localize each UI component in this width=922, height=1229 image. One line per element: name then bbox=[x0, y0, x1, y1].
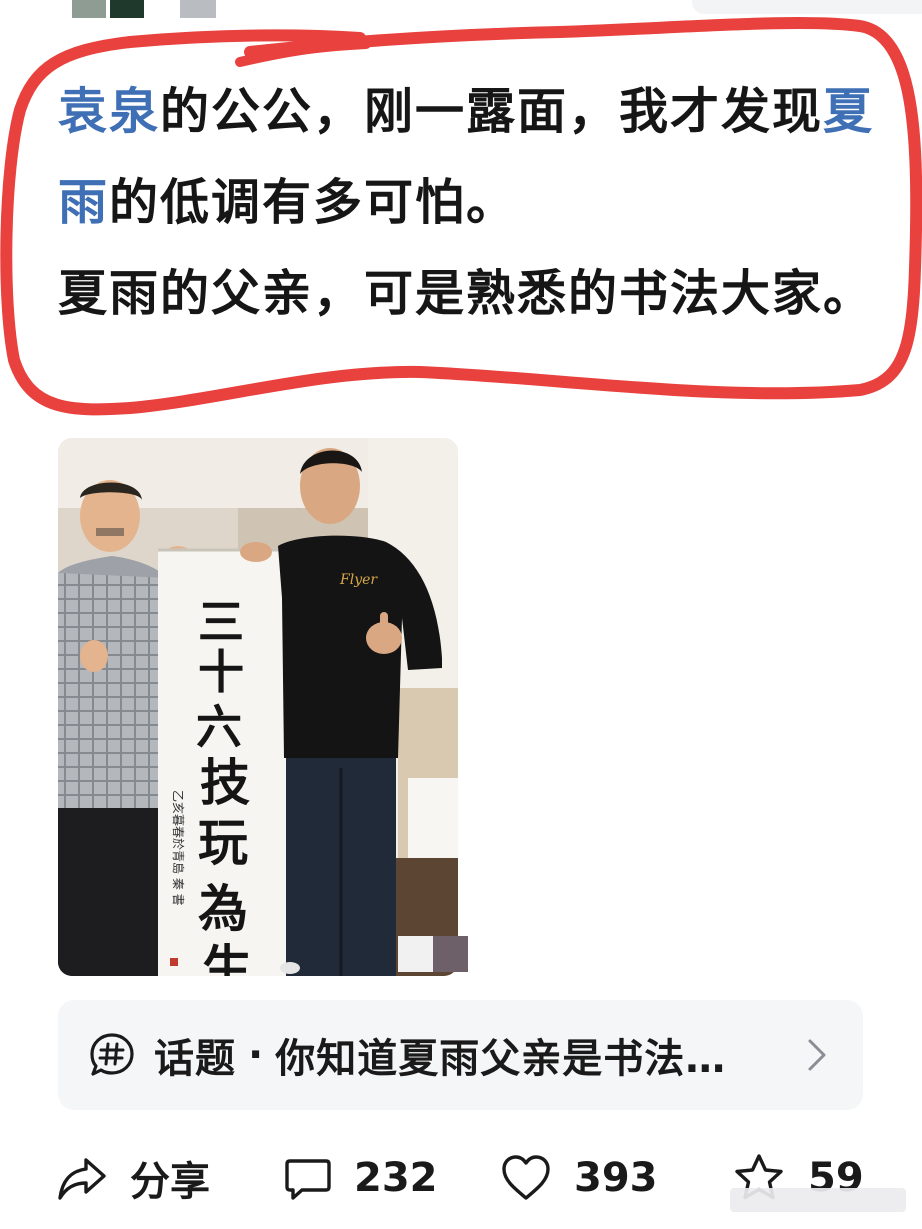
topic-card[interactable]: 话题 · 你知道夏雨父亲是书法家吗 bbox=[58, 1000, 863, 1110]
post-text-segment: 夏雨的父亲，可是熟悉的书法大家。 bbox=[58, 265, 875, 322]
top-image-strip bbox=[0, 0, 922, 20]
thumbnail-fragment bbox=[110, 0, 144, 18]
mention-link[interactable]: 袁泉 bbox=[58, 83, 160, 140]
comment-button[interactable]: 232 bbox=[282, 1148, 438, 1208]
post-text-segment: 的公公，刚一露面，我才发现 bbox=[160, 83, 824, 140]
topic-title: 你知道夏雨父亲是书法家吗 bbox=[275, 1036, 726, 1082]
share-icon bbox=[58, 1158, 106, 1200]
thumbnail-fragment bbox=[72, 0, 106, 18]
like-button[interactable]: 393 bbox=[500, 1148, 658, 1208]
comment-icon bbox=[285, 1159, 331, 1200]
post-text-segment: 的低调有多可怕。 bbox=[109, 174, 518, 231]
chevron-right-icon bbox=[808, 1039, 826, 1071]
image-overlay-fragment bbox=[398, 936, 468, 972]
comment-count: 232 bbox=[354, 1155, 438, 1201]
bottom-overlay-bar bbox=[730, 1188, 906, 1212]
calligraphy-char: 為 bbox=[198, 879, 248, 938]
shirt-logo: Flyer bbox=[339, 572, 378, 588]
calligraphy-char: 技 bbox=[200, 753, 250, 812]
topic-separator: · bbox=[248, 1032, 264, 1078]
calligraphy-char: 十 bbox=[198, 645, 244, 699]
share-label: 分享 bbox=[130, 1159, 210, 1205]
calligraphy-char: 三 bbox=[198, 595, 244, 649]
calligraphy-char: 玩 bbox=[198, 813, 248, 872]
post-photo[interactable]: 三 十 六 技 玩 為 生 乙亥暮春於青島 秦 書 Flyer bbox=[58, 438, 458, 976]
topic-label: 话题 bbox=[154, 1036, 236, 1082]
header-pill bbox=[692, 0, 922, 14]
post-body-text: 袁泉的公公，刚一露面，我才发现夏雨的低调有多可怕。 夏雨的父亲，可是熟悉的书法大家… bbox=[58, 66, 878, 339]
hashtag-icon bbox=[90, 1033, 134, 1076]
calligraphy-char: 生 bbox=[202, 939, 252, 976]
like-count: 393 bbox=[574, 1155, 658, 1201]
calligraphy-inscription: 乙亥暮春於青島 秦 書 bbox=[171, 790, 186, 906]
share-button[interactable]: 分享 bbox=[56, 1148, 210, 1208]
heart-icon bbox=[502, 1155, 550, 1200]
calligraphy-char: 六 bbox=[196, 700, 242, 754]
photo-illustration: 三 十 六 技 玩 為 生 乙亥暮春於青島 秦 書 Flyer bbox=[58, 438, 458, 976]
thumbnail-fragment bbox=[180, 0, 216, 18]
